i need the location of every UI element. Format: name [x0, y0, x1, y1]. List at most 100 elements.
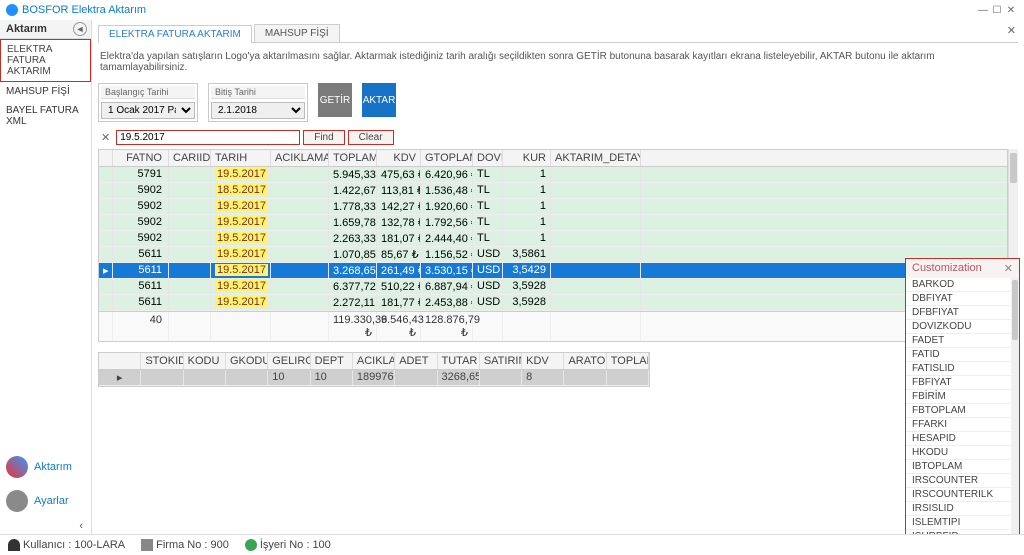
- invoice-row[interactable]: 590219.5.20171.659,78 ₺132,78 ₺1.792,56 …: [99, 215, 1007, 231]
- sidebar-item-elektra-fatura[interactable]: ELEKTRA FATURA AKTARIM: [0, 39, 91, 82]
- customization-item[interactable]: DFBFIYAT: [906, 306, 1019, 320]
- description-text: Elektra'da yapılan satışların Logo'ya ak…: [98, 43, 1018, 79]
- start-date-select[interactable]: 1 Ocak 2017 Pazar: [101, 102, 195, 119]
- customization-item[interactable]: IRSISLID: [906, 502, 1019, 516]
- col-cariid[interactable]: CARIID: [169, 150, 211, 166]
- invoice-row[interactable]: 590219.5.20171.778,33 ₺142,27 ₺1.920,60 …: [99, 199, 1007, 215]
- col2-kodu[interactable]: KODU: [184, 353, 226, 369]
- cell-tutar: 3268,653296...: [438, 370, 480, 385]
- invoice-grid: FATNO CARIID TARIH ACIKLAMA TOPLAM KDV G…: [98, 149, 1008, 342]
- invoice-row[interactable]: 561119.5.20171.070,85 ₺85,67 ₺1.156,52 ₺…: [99, 247, 1007, 263]
- customization-item[interactable]: FFARKI: [906, 418, 1019, 432]
- window-minimize-button[interactable]: —: [976, 5, 990, 16]
- sidebar-bottom-ayarlar[interactable]: Ayarlar: [0, 484, 91, 518]
- customization-close-icon[interactable]: ✕: [1004, 262, 1013, 275]
- customization-panel: Customization ✕ BARKODDBFIYATDFBFIYATDOV…: [905, 258, 1020, 534]
- building-icon: [141, 539, 153, 551]
- sidebar: Aktarım ◄ ELEKTRA FATURA AKTARIM MAHSUP …: [0, 20, 92, 534]
- customization-item[interactable]: FBFIYAT: [906, 376, 1019, 390]
- detail-grid: STOKID KODU GKODU GELIRGRUP DEPT ACIKLAM…: [98, 352, 650, 387]
- customization-item[interactable]: HESAPID: [906, 432, 1019, 446]
- window-maximize-button[interactable]: ☐: [990, 5, 1004, 16]
- search-bar: ✕ Find Clear: [98, 130, 1018, 145]
- titlebar: BOSFOR Elektra Aktarım — ☐ ✕: [0, 0, 1024, 20]
- tab-elektra-fatura[interactable]: ELEKTRA FATURA AKTARIM: [98, 25, 252, 43]
- footer-gtoplam: 128.876,79 ₺: [421, 312, 473, 341]
- col-fatno[interactable]: FATNO: [113, 150, 169, 166]
- customization-item[interactable]: DOVIZKODU: [906, 320, 1019, 334]
- col-tarih[interactable]: TARIH: [211, 150, 271, 166]
- sidebar-item-mahsup-fisi[interactable]: MAHSUP FİŞİ: [0, 82, 91, 101]
- customization-item[interactable]: IRSCOUNTER: [906, 474, 1019, 488]
- customization-item[interactable]: FATISLID: [906, 362, 1019, 376]
- end-date-select[interactable]: 2.1.2018: [211, 102, 305, 119]
- col2-tutar[interactable]: TUTAR: [438, 353, 480, 369]
- customization-item[interactable]: IRSCOUNTERILK: [906, 488, 1019, 502]
- col-doviz[interactable]: DOVIZ: [473, 150, 503, 166]
- col-gtoplam[interactable]: GTOPLAM: [421, 150, 473, 166]
- sidebar-bottom-aktarim[interactable]: Aktarım: [0, 450, 91, 484]
- col2-adet[interactable]: ADET: [395, 353, 437, 369]
- clear-button[interactable]: Clear: [348, 130, 394, 145]
- cell-ara: [564, 370, 606, 385]
- col-aciklama[interactable]: ACIKLAMA: [271, 150, 329, 166]
- customization-item[interactable]: FBTOPLAM: [906, 404, 1019, 418]
- getir-button[interactable]: GETİR: [318, 83, 352, 117]
- invoice-row[interactable]: 561119.5.20176.377,72 ₺510,22 ₺6.887,94 …: [99, 279, 1007, 295]
- invoice-row[interactable]: 590219.5.20172.263,33 ₺181,07 ₺2.444,40 …: [99, 231, 1007, 247]
- customization-item[interactable]: HKODU: [906, 446, 1019, 460]
- tab-strip: ELEKTRA FATURA AKTARIM MAHSUP FİŞİ ✕: [98, 24, 1018, 43]
- sidebar-bottom-aktarim-label: Aktarım: [34, 461, 72, 473]
- invoice-row[interactable]: ▸561119.5.20173.268,65 ₺261,49 ₺3.530,15…: [99, 263, 1007, 279]
- find-button[interactable]: Find: [303, 130, 344, 145]
- sidebar-back-icon[interactable]: ◄: [73, 22, 87, 36]
- end-date-label: Bitiş Tarihi: [211, 86, 305, 99]
- tab-close-button[interactable]: ✕: [1007, 24, 1016, 37]
- col-kur[interactable]: KUR: [503, 150, 551, 166]
- col2-aciklama[interactable]: ACIKLAMA: [353, 353, 395, 369]
- window-close-button[interactable]: ✕: [1004, 5, 1018, 16]
- invoice-row[interactable]: 579119.5.20175.945,33 ₺475,63 ₺6.420,96 …: [99, 167, 1007, 183]
- col-kdv[interactable]: KDV: [377, 150, 421, 166]
- customization-item[interactable]: BARKOD: [906, 278, 1019, 292]
- search-close-icon[interactable]: ✕: [98, 131, 113, 144]
- start-date-label: Başlangıç Tarihi: [101, 86, 195, 99]
- workplace-icon: [245, 539, 257, 551]
- tab-mahsup-fisi[interactable]: MAHSUP FİŞİ: [254, 24, 340, 42]
- footer-toplam: 119.330,36 ₺: [329, 312, 377, 341]
- col2-gelirgrup[interactable]: GELIRGRUP: [268, 353, 310, 369]
- col2-aratoplam[interactable]: ARATOPLAM: [564, 353, 606, 369]
- col2-satirind[interactable]: SATIRIND: [480, 353, 522, 369]
- customization-item[interactable]: ISURBFID: [906, 530, 1019, 534]
- col-aktarim[interactable]: AKTARIM_DETAY: [551, 150, 641, 166]
- customization-item[interactable]: ISLEMTIPI: [906, 516, 1019, 530]
- detail-grid-header: STOKID KODU GKODU GELIRGRUP DEPT ACIKLAM…: [99, 353, 649, 370]
- invoice-grid-header: FATNO CARIID TARIH ACIKLAMA TOPLAM KDV G…: [99, 150, 1007, 167]
- sidebar-collapse-button[interactable]: ‹: [0, 518, 91, 534]
- col2-stokid[interactable]: STOKID: [141, 353, 183, 369]
- detail-row[interactable]: ▸ 10 10 189976 OLM... 3268,653296... 8: [99, 370, 649, 386]
- cell-satir: [480, 370, 522, 385]
- col2-toplam[interactable]: TOPLAM: [607, 353, 649, 369]
- aktar-button[interactable]: AKTAR: [362, 83, 396, 117]
- footer-count: 40: [113, 312, 169, 341]
- customization-scrollbar-thumb[interactable]: [1012, 280, 1018, 340]
- customization-item[interactable]: IBTOPLAM: [906, 460, 1019, 474]
- col2-dept[interactable]: DEPT: [311, 353, 353, 369]
- invoice-row[interactable]: 590218.5.20171.422,67 ₺113,81 ₺1.536,48 …: [99, 183, 1007, 199]
- cell-dept: 10: [311, 370, 353, 385]
- col2-gkodu[interactable]: GKODU: [226, 353, 268, 369]
- sidebar-header-label: Aktarım: [6, 23, 47, 35]
- user-icon: [8, 539, 20, 551]
- search-input[interactable]: [116, 130, 300, 145]
- col-toplam[interactable]: TOPLAM: [329, 150, 377, 166]
- customization-item[interactable]: FBİRİM: [906, 390, 1019, 404]
- col2-kdv[interactable]: KDV: [522, 353, 564, 369]
- sidebar-item-bayel-fatura[interactable]: BAYEL FATURA XML: [0, 101, 91, 131]
- customization-item[interactable]: FADET: [906, 334, 1019, 348]
- customization-item[interactable]: DBFIYAT: [906, 292, 1019, 306]
- customization-item[interactable]: FATID: [906, 348, 1019, 362]
- scrollbar-thumb[interactable]: [1010, 153, 1017, 183]
- customization-scrollbar[interactable]: [1011, 278, 1019, 534]
- invoice-row[interactable]: 561119.5.20172.272,11 ₺181,77 ₺2.453,88 …: [99, 295, 1007, 311]
